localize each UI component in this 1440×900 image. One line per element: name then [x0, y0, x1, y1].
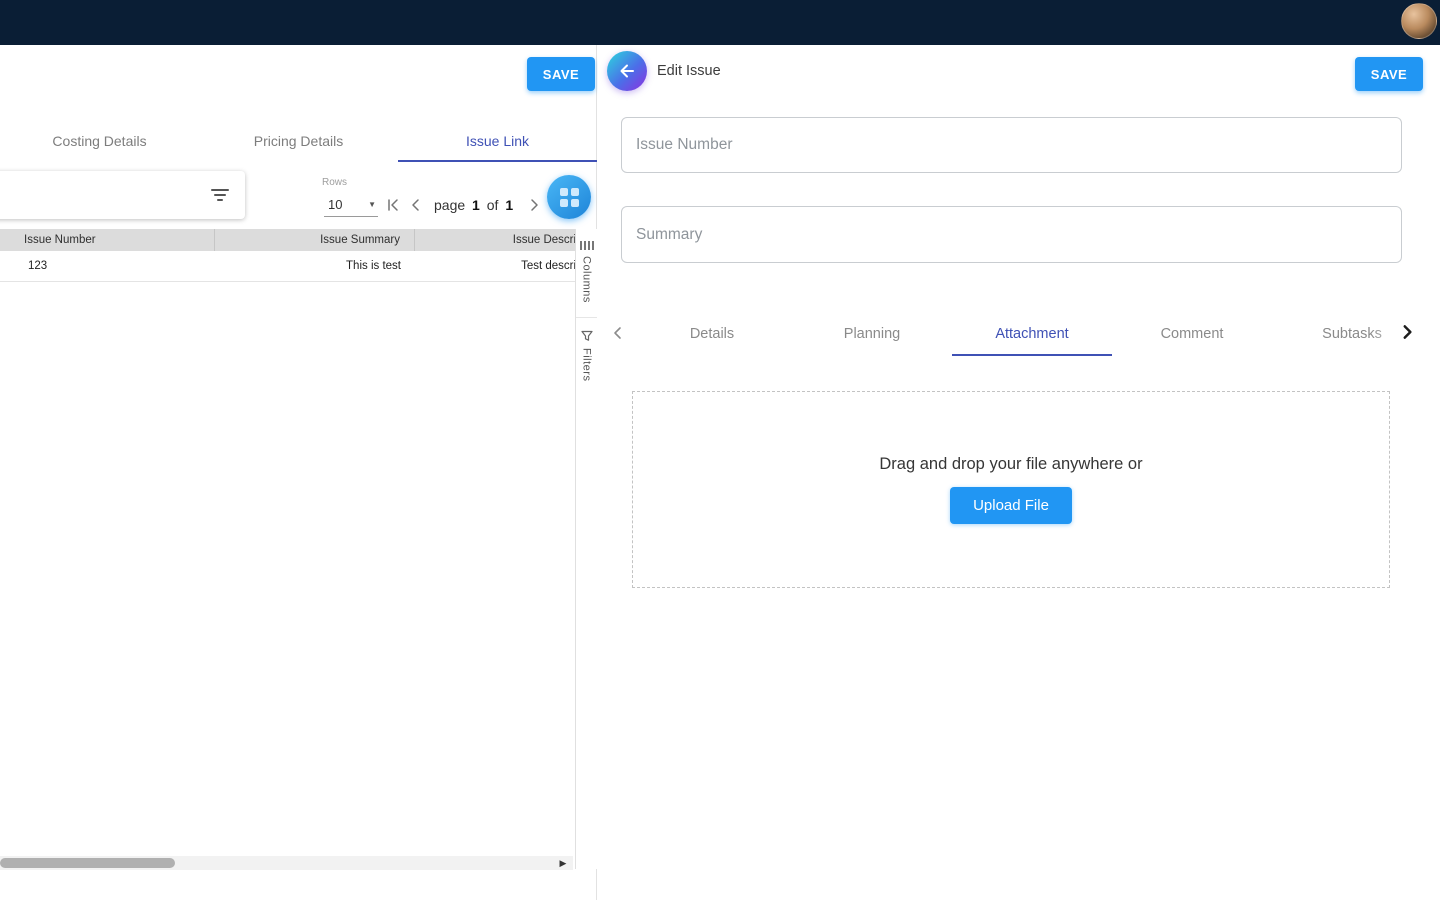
cell-issue-description: Test description: [415, 260, 575, 272]
top-navbar: [0, 0, 1440, 45]
tabs-scroll-right-button[interactable]: [1398, 323, 1416, 346]
left-tab-bar: Costing Details Pricing Details Issue Li…: [0, 120, 597, 162]
search-input[interactable]: [0, 171, 209, 219]
next-page-button[interactable]: [524, 195, 544, 215]
save-button[interactable]: SAVE: [527, 57, 595, 91]
prev-page-button[interactable]: [406, 195, 426, 215]
tab-label: Pricing Details: [254, 133, 343, 149]
first-page-button[interactable]: [383, 195, 403, 215]
grid-tool-strip: Columns Filters: [575, 229, 597, 869]
rows-label: Rows: [322, 177, 347, 188]
total-pages: 1: [505, 197, 513, 213]
tab-label: Details: [690, 326, 734, 342]
tab-comment[interactable]: Comment: [1112, 311, 1272, 356]
active-tab-underline: [952, 354, 1112, 356]
tab-label: Comment: [1161, 326, 1224, 342]
column-header-issue-number[interactable]: Issue Number: [0, 229, 215, 251]
tab-label: Attachment: [995, 326, 1068, 342]
save-button[interactable]: SAVE: [1355, 57, 1423, 91]
file-dropzone[interactable]: Drag and drop your file anywhere or Uplo…: [632, 391, 1390, 588]
back-arrow-icon: [618, 62, 636, 80]
pagination: page 1 of 1: [383, 191, 567, 219]
user-avatar[interactable]: [1401, 3, 1437, 39]
grid-icon: [560, 188, 579, 207]
table-row[interactable]: 123 This is test Test description: [0, 251, 575, 282]
page-indicator: page 1 of 1: [434, 197, 516, 213]
tab-planning[interactable]: Planning: [792, 311, 952, 356]
search-box: [0, 171, 245, 219]
column-header-issue-summary[interactable]: Issue Summary: [215, 229, 415, 251]
rows-per-page-value: 10: [328, 197, 342, 212]
scrollbar-thumb[interactable]: [0, 858, 175, 868]
grid-view-button[interactable]: [547, 175, 591, 219]
chevron-down-icon: ▼: [368, 200, 376, 209]
scroll-right-button[interactable]: ▶: [556, 856, 570, 870]
columns-panel-toggle[interactable]: Columns: [576, 229, 597, 317]
tabs-scroll-left-button[interactable]: [610, 325, 626, 346]
tab-label: Subtasks: [1322, 326, 1382, 342]
filters-panel-toggle[interactable]: Filters: [576, 317, 597, 395]
tab-label: Issue Link: [466, 133, 529, 149]
tab-attachment[interactable]: Attachment: [952, 311, 1112, 356]
tab-label: Costing Details: [52, 133, 146, 149]
columns-toggle-label: Columns: [581, 256, 593, 303]
upload-file-button[interactable]: Upload File: [950, 487, 1072, 524]
filter-icon[interactable]: [209, 187, 231, 203]
funnel-icon: [581, 330, 593, 342]
dropzone-message: Drag and drop your file anywhere or: [879, 455, 1142, 474]
edit-issue-panel: Edit Issue SAVE Details Planning Attachm…: [598, 45, 1440, 900]
filters-toggle-label: Filters: [581, 348, 593, 381]
cell-issue-number: 123: [0, 260, 215, 272]
cell-issue-summary: This is test: [215, 260, 415, 272]
table-header: Issue Number Issue Summary Issue Descrip…: [0, 229, 575, 251]
column-header-issue-description[interactable]: Issue Description: [415, 229, 575, 251]
tab-issue-link[interactable]: Issue Link: [398, 120, 597, 162]
edit-issue-tab-bar: Details Planning Attachment Comment Subt…: [598, 311, 1440, 356]
rows-per-page-select[interactable]: 10 ▼: [324, 193, 378, 217]
columns-icon: [580, 241, 594, 250]
issue-number-field[interactable]: [621, 117, 1402, 173]
summary-field[interactable]: [621, 206, 1402, 263]
tab-details[interactable]: Details: [632, 311, 792, 356]
issue-list-panel: SAVE Costing Details Pricing Details Iss…: [0, 45, 597, 900]
tab-costing-details[interactable]: Costing Details: [0, 120, 199, 162]
tab-pricing-details[interactable]: Pricing Details: [199, 120, 398, 162]
horizontal-scrollbar[interactable]: ▶: [0, 856, 573, 870]
page-title: Edit Issue: [657, 61, 721, 81]
back-button[interactable]: [607, 51, 647, 91]
current-page: 1: [472, 197, 480, 213]
tabs-scroll-area: Details Planning Attachment Comment Subt…: [632, 311, 1432, 356]
tab-label: Planning: [844, 326, 900, 342]
active-tab-underline: [398, 160, 597, 162]
